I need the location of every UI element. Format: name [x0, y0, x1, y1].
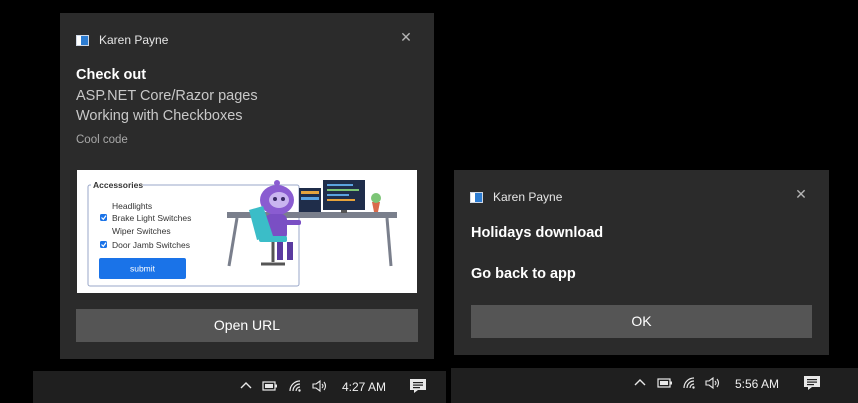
- hero-item-label: Wiper Switches: [112, 226, 171, 236]
- open-url-button[interactable]: Open URL: [76, 309, 418, 342]
- wifi-icon[interactable]: [682, 376, 698, 390]
- app-icon: [470, 191, 483, 203]
- hero-item-label: Headlights: [112, 201, 152, 211]
- close-button[interactable]: ✕: [398, 29, 414, 45]
- taskbar-system-tray: 5:56 AM: [451, 368, 858, 403]
- chevron-up-icon[interactable]: [633, 376, 647, 390]
- speaker-icon[interactable]: [705, 376, 721, 390]
- toast-notification-check-out[interactable]: Karen Payne ✕ Check out ASP.NET Core/Raz…: [60, 13, 434, 359]
- app-name: Karen Payne: [99, 33, 169, 47]
- action-center-icon[interactable]: [803, 375, 821, 391]
- toast-body-line-2: Working with Checkboxes: [76, 108, 243, 124]
- toast-header: Karen Payne: [76, 33, 168, 47]
- hero-item-label: Door Jamb Switches: [112, 240, 190, 250]
- toast-body-line: Go back to app: [471, 266, 576, 282]
- taskbar-system-tray: 4:27 AM: [33, 371, 446, 403]
- hero-item-label: Brake Light Switches: [112, 213, 191, 223]
- toast-notification-holidays[interactable]: Karen Payne ✕ Holidays download Go back …: [454, 170, 829, 355]
- toast-title: Holidays download: [471, 225, 604, 241]
- ok-button[interactable]: OK: [471, 305, 812, 338]
- toast-attribution: Cool code: [76, 134, 128, 146]
- action-center-icon[interactable]: [409, 378, 427, 394]
- clock[interactable]: 5:56 AM: [735, 377, 779, 391]
- speaker-icon[interactable]: [312, 379, 328, 393]
- battery-icon[interactable]: [262, 380, 278, 392]
- clock[interactable]: 4:27 AM: [342, 380, 386, 394]
- close-button[interactable]: ✕: [793, 186, 809, 202]
- hero-submit-label: submit: [130, 264, 156, 274]
- robot-illustration: [227, 180, 397, 267]
- toast-title: Check out: [76, 67, 147, 83]
- hero-image: Accessories Headlights Brake Light Switc…: [77, 170, 417, 293]
- app-icon: [76, 34, 89, 46]
- hero-group-title: Accessories: [93, 180, 143, 190]
- chevron-up-icon[interactable]: [239, 379, 253, 393]
- app-name: Karen Payne: [493, 190, 563, 204]
- wifi-icon[interactable]: [288, 379, 304, 393]
- toast-header: Karen Payne: [470, 190, 562, 204]
- toast-body-line-1: ASP.NET Core/Razor pages: [76, 88, 258, 104]
- battery-icon[interactable]: [657, 377, 673, 389]
